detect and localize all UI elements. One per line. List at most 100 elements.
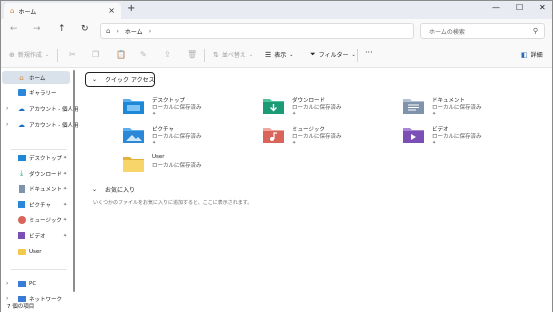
new-tab-button[interactable]: +	[127, 3, 135, 14]
chevron-down-icon: ⌄	[248, 51, 254, 58]
sidebar-item-onedrive-2[interactable]: › ☁ アカウント - 個人用	[2, 118, 78, 131]
search-input[interactable]: ホームの検索 ⚲	[420, 23, 545, 39]
group-header-quick-access[interactable]: ⌄ クイック アクセス	[92, 75, 155, 84]
sidebar-item-documents[interactable]: ドキュメント ✦	[2, 182, 70, 195]
group-title: お気に入り	[105, 187, 136, 194]
chevron-right-icon[interactable]: ›	[6, 295, 8, 302]
search-icon: ⚲	[532, 27, 538, 35]
sidebar-item-label: アカウント - 個人用	[29, 122, 79, 129]
home-icon: ⌂	[10, 7, 15, 15]
chevron-down-icon: ⌄	[92, 186, 98, 193]
chevron-down-icon: ⌄	[44, 51, 50, 58]
up-button[interactable]: ↑	[58, 24, 66, 34]
share-icon[interactable]: ⇪	[164, 50, 171, 59]
details-pane-icon: ◧	[521, 50, 528, 59]
sidebar-item-label: ギャラリー	[29, 90, 57, 97]
group-header-favorites[interactable]: ⌄ お気に入り	[92, 185, 135, 194]
sidebar-item-pc[interactable]: › PC	[2, 277, 70, 290]
tab-close-icon[interactable]: ×	[108, 6, 115, 15]
chevron-down-icon: ⌄	[92, 76, 98, 83]
refresh-button[interactable]: ↻	[81, 24, 89, 34]
chevron-down-icon: ⌄	[289, 51, 294, 58]
sidebar-item-user[interactable]: User	[2, 245, 70, 258]
pin-icon: ✦	[432, 111, 437, 117]
sidebar-item-gallery[interactable]: ギャラリー	[2, 86, 70, 99]
filter-button[interactable]: ⏷ フィルター ⌄	[310, 50, 356, 59]
navigation-scrollbar[interactable]	[73, 70, 75, 292]
folder-pictures[interactable]: ピクチャ ローカルに保存済み ✦	[123, 124, 253, 154]
folder-status: ローカルに保存済み	[152, 163, 202, 169]
close-window-button[interactable]: ✕	[539, 3, 546, 12]
rename-icon[interactable]: ✎	[140, 50, 147, 59]
pin-icon: ✦	[63, 154, 68, 161]
music-icon	[17, 215, 26, 224]
divider	[11, 149, 67, 150]
new-button[interactable]: ⊕ 新規作成 ⌄	[9, 50, 50, 60]
item-count: 7 個の項目	[7, 304, 35, 310]
title-bar: ⌂ ホーム × + — ☐ ✕	[1, 1, 552, 19]
sidebar-item-label: ビデオ	[29, 233, 46, 240]
sidebar-item-videos[interactable]: ビデオ ✦	[2, 229, 70, 242]
maximize-button[interactable]: ☐	[516, 3, 523, 12]
folder-downloads[interactable]: ダウンロード ローカルに保存済み ✦	[263, 95, 393, 125]
chevron-right-icon[interactable]: ›	[6, 121, 8, 128]
sidebar-item-pictures[interactable]: ピクチャ ✦	[2, 198, 70, 211]
minimize-button[interactable]: —	[492, 3, 500, 12]
breadcrumb-home[interactable]: ホーム	[125, 27, 143, 36]
plus-circle-icon: ⊕	[9, 50, 15, 59]
command-bar: ⊕ 新規作成 ⌄ ✂ ❐ 📋 ✎ ⇪ 🗑 ⇅ 並べ替え ⌄ ☰ 表示 ⌄ ⏷ フ…	[1, 43, 552, 68]
sidebar-item-downloads[interactable]: ⤓ ダウンロード ✦	[2, 167, 70, 180]
copy-icon[interactable]: ❐	[92, 50, 99, 59]
desktop-icon	[17, 154, 26, 162]
tab-home[interactable]: ⌂ ホーム ×	[4, 3, 121, 19]
group-title: クイック アクセス	[105, 77, 155, 84]
view-icon: ☰	[265, 50, 272, 59]
onedrive-icon: ☁	[18, 120, 25, 129]
content-pane: ⌄ クイック アクセス デスクトップ ローカルに保存済み ✦ ダウンロード ロー…	[77, 68, 551, 302]
pin-icon: ✦	[63, 232, 68, 239]
folder-desktop[interactable]: デスクトップ ローカルに保存済み ✦	[123, 95, 253, 125]
sidebar-item-label: ミュージック	[29, 217, 62, 224]
paste-icon[interactable]: 📋	[116, 50, 126, 59]
sort-button[interactable]: ⇅ 並べ替え ⌄	[213, 50, 254, 60]
folder-videos[interactable]: ビデオ ローカルに保存済み ✦	[403, 124, 533, 154]
divider	[204, 49, 205, 62]
sidebar-item-music[interactable]: ミュージック ✦	[2, 213, 70, 226]
documents-icon	[17, 184, 26, 193]
folder-music[interactable]: ミュージック ローカルに保存済み ✦	[263, 124, 393, 154]
folder-documents[interactable]: ドキュメント ローカルに保存済み ✦	[403, 95, 533, 125]
view-label: 表示	[274, 52, 287, 59]
navigation-bar: ← → ↑ ↻ ⌂ › ホーム › ホームの検索 ⚲	[1, 19, 552, 43]
delete-icon[interactable]: 🗑	[187, 50, 197, 59]
breadcrumb-chevron-icon[interactable]: ›	[149, 28, 151, 35]
back-button[interactable]: ←	[10, 24, 18, 34]
tab-title: ホーム	[18, 8, 37, 16]
folder-status: ローカルに保存済み	[292, 105, 342, 111]
cut-icon[interactable]: ✂	[69, 50, 76, 59]
chevron-right-icon[interactable]: ›	[6, 280, 8, 287]
forward-button[interactable]: →	[33, 24, 41, 34]
sidebar-item-label: デスクトップ	[29, 155, 63, 162]
more-options-button[interactable]: ···	[365, 48, 373, 57]
details-button[interactable]: ◧ 詳細	[521, 50, 543, 60]
file-explorer-window: ⌂ ホーム × + — ☐ ✕ ← → ↑ ↻ ⌂ › ホーム › ホームの検索…	[0, 0, 553, 312]
sidebar-item-home[interactable]: ⌂ ホーム	[2, 71, 70, 84]
pc-icon	[17, 280, 26, 288]
view-button[interactable]: ☰ 表示 ⌄	[265, 50, 294, 60]
filter-label: フィルター	[318, 52, 349, 59]
navigation-pane: ⌂ ホーム ギャラリー › ☁ アカウント - 個人用 › ☁ アカウント - …	[1, 68, 78, 303]
downloads-folder-icon	[263, 99, 284, 114]
sidebar-item-desktop[interactable]: デスクトップ ✦	[2, 151, 70, 164]
address-bar[interactable]: ⌂ › ホーム ›	[100, 23, 414, 39]
home-icon: ⌂	[19, 73, 24, 82]
sidebar-item-onedrive-1[interactable]: › ☁ アカウント - 個人用	[2, 102, 78, 115]
videos-folder-icon	[403, 128, 424, 143]
pin-icon: ✦	[432, 140, 437, 146]
pin-icon: ✦	[63, 185, 68, 192]
sidebar-item-label: PC	[29, 280, 37, 287]
favorites-empty-hint: いくつかのファイルをお気に入りに追加すると、ここに表示されます。	[93, 200, 253, 206]
chevron-right-icon[interactable]: ›	[6, 105, 8, 112]
folder-user[interactable]: User ローカルに保存済み	[123, 153, 253, 183]
folder-status: ローカルに保存済み	[432, 134, 482, 140]
folder-status: ローカルに保存済み	[152, 134, 202, 140]
